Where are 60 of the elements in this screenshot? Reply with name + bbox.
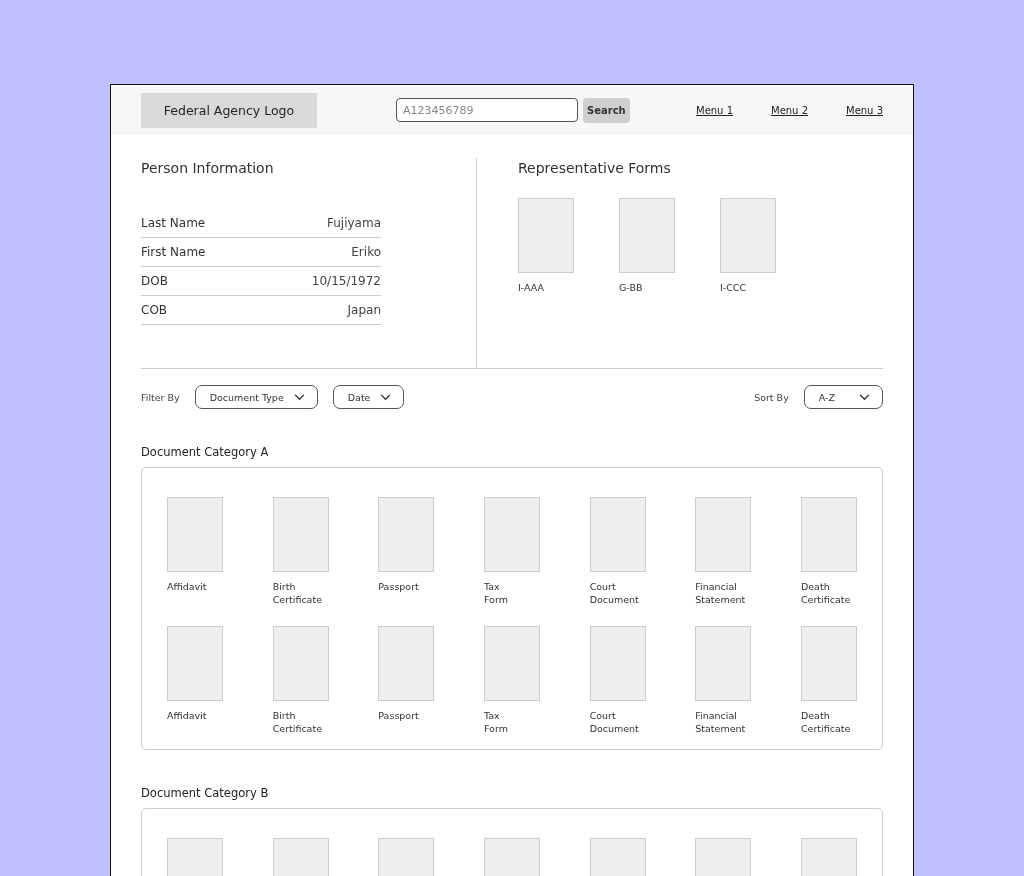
- field-value: Fujiyama: [326, 216, 381, 230]
- document-label: Court Document: [589, 709, 640, 735]
- chevron-down-icon: [859, 393, 870, 401]
- document-thumbnail[interactable]: [272, 626, 329, 701]
- document-thumbnail[interactable]: [378, 497, 435, 572]
- menu-link[interactable]: Menu 3: [846, 104, 883, 116]
- field-value: Eriko: [351, 245, 381, 259]
- document-label: Financial Statement: [695, 709, 747, 735]
- field-label: COB: [141, 303, 168, 317]
- field-value: 10/15/1972: [311, 274, 381, 288]
- document-thumbnail[interactable]: [589, 497, 646, 572]
- sort-dropdown[interactable]: A-Z: [803, 385, 883, 409]
- document-label: Tax Form: [483, 709, 509, 735]
- document-thumbnail[interactable]: [272, 497, 329, 572]
- form-label: I-AAA: [518, 282, 546, 293]
- field-label: DOB: [141, 274, 168, 288]
- search-button[interactable]: Search: [583, 97, 630, 123]
- field-label: Last Name: [141, 216, 206, 230]
- document-thumbnail[interactable]: [800, 626, 857, 701]
- field-label: First Name: [141, 245, 206, 259]
- filter-dropdown[interactable]: Document Type: [194, 385, 318, 409]
- section-title: Representative Forms: [518, 160, 672, 176]
- document-label: Court Document: [589, 580, 640, 606]
- sort-label: Sort By: [754, 391, 789, 403]
- form-thumbnail[interactable]: [619, 198, 675, 273]
- filter-label: Filter By: [141, 391, 180, 403]
- category-title: Document Category A: [141, 445, 270, 459]
- document-label: Affidavit: [167, 709, 208, 723]
- form-label: G-BB: [619, 282, 644, 293]
- document-label: Affidavit: [167, 580, 208, 594]
- form-thumbnail[interactable]: [518, 198, 574, 273]
- document-thumbnail[interactable]: [483, 626, 540, 701]
- document-label: Birth Certificate: [272, 709, 323, 735]
- document-thumbnail[interactable]: [483, 497, 540, 572]
- document-thumbnail[interactable]: [167, 497, 223, 572]
- document-thumbnail[interactable]: [800, 497, 857, 572]
- field-value: Japan: [347, 303, 381, 317]
- logo: Federal Agency Logo: [141, 92, 317, 128]
- chevron-down-icon: [380, 393, 392, 401]
- document-label: Financial Statement: [695, 580, 747, 606]
- category-title: Document Category B: [141, 786, 270, 800]
- document-label: Passport: [378, 580, 420, 594]
- menu-link[interactable]: Menu 1: [696, 104, 733, 116]
- document-label: Death Certificate: [800, 580, 852, 606]
- document-thumbnail[interactable]: [167, 626, 223, 701]
- document-label: Passport: [378, 709, 420, 723]
- search-field[interactable]: A123456789: [396, 98, 578, 122]
- document-thumbnail[interactable]: [695, 497, 752, 572]
- document-label: Death Certificate: [800, 709, 852, 735]
- form-label: I-CCC: [720, 282, 748, 293]
- filter-dropdown[interactable]: Date: [332, 385, 405, 409]
- menu-link[interactable]: Menu 2: [771, 104, 808, 116]
- document-thumbnail[interactable]: [589, 626, 646, 701]
- section-title: Person Information: [141, 160, 275, 176]
- document-thumbnail[interactable]: [695, 626, 752, 701]
- document-thumbnail[interactable]: [378, 626, 435, 701]
- chevron-down-icon: [293, 393, 305, 401]
- document-label: Tax Form: [483, 580, 509, 606]
- document-label: Birth Certificate: [272, 580, 323, 606]
- form-thumbnail[interactable]: [720, 198, 776, 273]
